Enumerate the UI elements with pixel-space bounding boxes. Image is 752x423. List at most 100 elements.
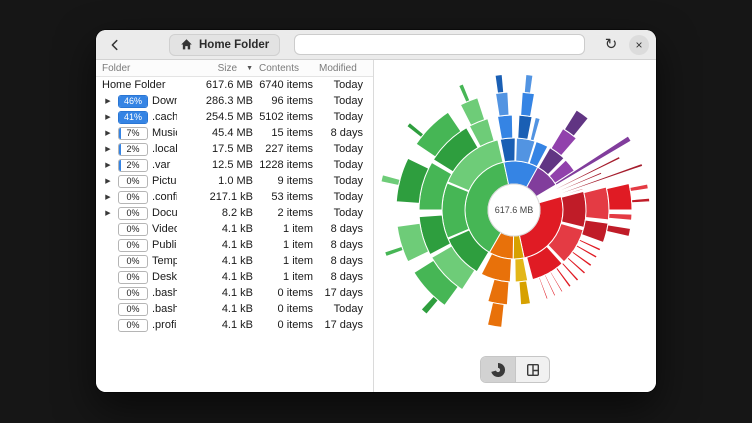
- chart-segment[interactable]: [519, 281, 530, 305]
- row-contents: 9 items: [257, 175, 313, 187]
- chart-segment[interactable]: [421, 296, 438, 314]
- expander-icon[interactable]: ▶: [102, 210, 114, 217]
- table-row[interactable]: Home Folder 617.6 MB 6740 items Today: [96, 77, 373, 93]
- row-name: Public: [152, 239, 177, 251]
- chart-segment[interactable]: [630, 184, 648, 191]
- chart-segment[interactable]: [632, 198, 650, 203]
- close-button[interactable]: ×: [629, 35, 649, 55]
- percent-badge: 0%: [118, 255, 148, 268]
- percent-badge: 0%: [118, 319, 148, 332]
- table-row[interactable]: 0% .bashrc 4.1 kB 0 items 17 days: [96, 285, 373, 301]
- table-row[interactable]: 0% Videos 4.1 kB 1 item 8 days: [96, 221, 373, 237]
- row-name: .config: [152, 191, 177, 203]
- chart-segment[interactable]: [442, 183, 469, 238]
- row-name: .local: [152, 143, 177, 155]
- treemap-view-button[interactable]: [515, 357, 549, 382]
- percent-badge: 0%: [118, 271, 148, 284]
- table-row[interactable]: ▶ 7% Music 45.4 MB 15 items 8 days: [96, 125, 373, 141]
- row-name: Music: [152, 127, 177, 139]
- percent-badge: 46%: [118, 95, 148, 108]
- row-name: Downloads: [152, 95, 177, 107]
- row-contents: 15 items: [257, 127, 313, 139]
- chart-segment[interactable]: [495, 75, 504, 94]
- table-row[interactable]: ▶ 41% .cache 254.5 MB 5102 items Today: [96, 109, 373, 125]
- table-row[interactable]: ▶ 0% Pictures 1.0 MB 9 items Today: [96, 173, 373, 189]
- row-name: .bashrc: [152, 287, 177, 299]
- percent-badge: 2%: [118, 143, 148, 156]
- column-header-modified[interactable]: Modified: [317, 63, 363, 74]
- table-row[interactable]: ▶ 2% .local 17.5 MB 227 items Today: [96, 141, 373, 157]
- row-name: .profile: [152, 319, 177, 331]
- table-row[interactable]: ▶ 2% .var 12.5 MB 1228 items Today: [96, 157, 373, 173]
- chart-segment[interactable]: [561, 191, 586, 227]
- table-row[interactable]: 0% Public 4.1 kB 1 item 8 days: [96, 237, 373, 253]
- table-row[interactable]: ▶ 46% Downloads 286.3 MB 96 items Today: [96, 93, 373, 109]
- percent-label: 46%: [119, 96, 147, 107]
- row-name: Templates: [152, 255, 177, 267]
- percent-label: 0%: [119, 176, 147, 187]
- row-contents: 53 items: [257, 191, 313, 203]
- location-tab-home-folder[interactable]: Home Folder: [169, 34, 280, 56]
- table-row[interactable]: 0% Desktop 4.1 kB 1 item 8 days: [96, 269, 373, 285]
- row-modified: Today: [317, 191, 363, 203]
- row-contents: 1 item: [257, 239, 313, 251]
- percent-label: 0%: [119, 224, 147, 235]
- column-header-size[interactable]: Size ▼: [181, 63, 253, 74]
- chart-segment[interactable]: [460, 98, 484, 126]
- table-row[interactable]: ▶ 0% .config 217.1 kB 53 items Today: [96, 189, 373, 205]
- table-row[interactable]: 0% .bash_history 4.1 kB 0 items Today: [96, 301, 373, 317]
- row-contents: 1 item: [257, 255, 313, 267]
- percent-label: 41%: [119, 112, 147, 123]
- expander-icon[interactable]: ▶: [102, 162, 114, 169]
- expander-icon[interactable]: ▶: [102, 194, 114, 201]
- rings-view-button[interactable]: [481, 357, 515, 382]
- row-size: 617.6 MB: [181, 79, 253, 91]
- row-size: 254.5 MB: [181, 111, 253, 123]
- chart-segment[interactable]: [407, 123, 424, 138]
- chart-segment[interactable]: [564, 110, 588, 136]
- chart-segment[interactable]: [498, 115, 513, 139]
- chart-segment[interactable]: [385, 246, 403, 256]
- percent-badge: 2%: [118, 159, 148, 172]
- chart-segment[interactable]: [521, 92, 535, 116]
- chart-segment[interactable]: [518, 115, 532, 139]
- percent-label: 0%: [119, 208, 147, 219]
- expander-icon[interactable]: ▶: [102, 98, 114, 105]
- expander-icon[interactable]: ▶: [102, 114, 114, 121]
- address-entry[interactable]: [294, 34, 585, 55]
- expander-icon[interactable]: ▶: [102, 130, 114, 137]
- table-row[interactable]: 0% Templates 4.1 kB 1 item 8 days: [96, 253, 373, 269]
- column-header-folder[interactable]: Folder: [102, 63, 177, 74]
- row-contents: 0 items: [257, 319, 313, 331]
- chart-segment[interactable]: [609, 213, 632, 220]
- expander-icon[interactable]: ▶: [102, 178, 114, 185]
- row-size: 1.0 MB: [181, 175, 253, 187]
- column-header-contents[interactable]: Contents: [257, 63, 313, 74]
- chart-segment[interactable]: [488, 279, 509, 305]
- chart-segment[interactable]: [607, 225, 631, 237]
- percent-badge: 0%: [118, 223, 148, 236]
- chart-segment[interactable]: [459, 84, 470, 102]
- chart-segment[interactable]: [584, 187, 609, 220]
- chart-segment[interactable]: [607, 183, 632, 210]
- row-contents: 6740 items: [257, 79, 313, 91]
- chart-segment[interactable]: [582, 220, 608, 242]
- table-row[interactable]: 0% .profile 4.1 kB 0 items 17 days: [96, 317, 373, 333]
- row-modified: 17 days: [317, 287, 363, 299]
- chart-segment[interactable]: [496, 92, 509, 116]
- table-row[interactable]: ▶ 0% Documents 8.2 kB 2 items Today: [96, 205, 373, 221]
- rings-chart-svg[interactable]: 617.6 MB: [374, 60, 655, 363]
- percent-badge: 0%: [118, 175, 148, 188]
- refresh-button[interactable]: ↻: [599, 33, 623, 57]
- back-button[interactable]: [103, 33, 127, 57]
- row-size: 286.3 MB: [181, 95, 253, 107]
- row-size: 4.1 kB: [181, 255, 253, 267]
- row-contents: 227 items: [257, 143, 313, 155]
- row-contents: 1 item: [257, 223, 313, 235]
- chart-segment[interactable]: [381, 175, 400, 186]
- row-name: .bash_history: [152, 303, 177, 315]
- chart-segment[interactable]: [515, 258, 528, 282]
- chart-segment[interactable]: [487, 303, 504, 328]
- expander-icon[interactable]: ▶: [102, 146, 114, 153]
- chart-segment[interactable]: [524, 75, 533, 94]
